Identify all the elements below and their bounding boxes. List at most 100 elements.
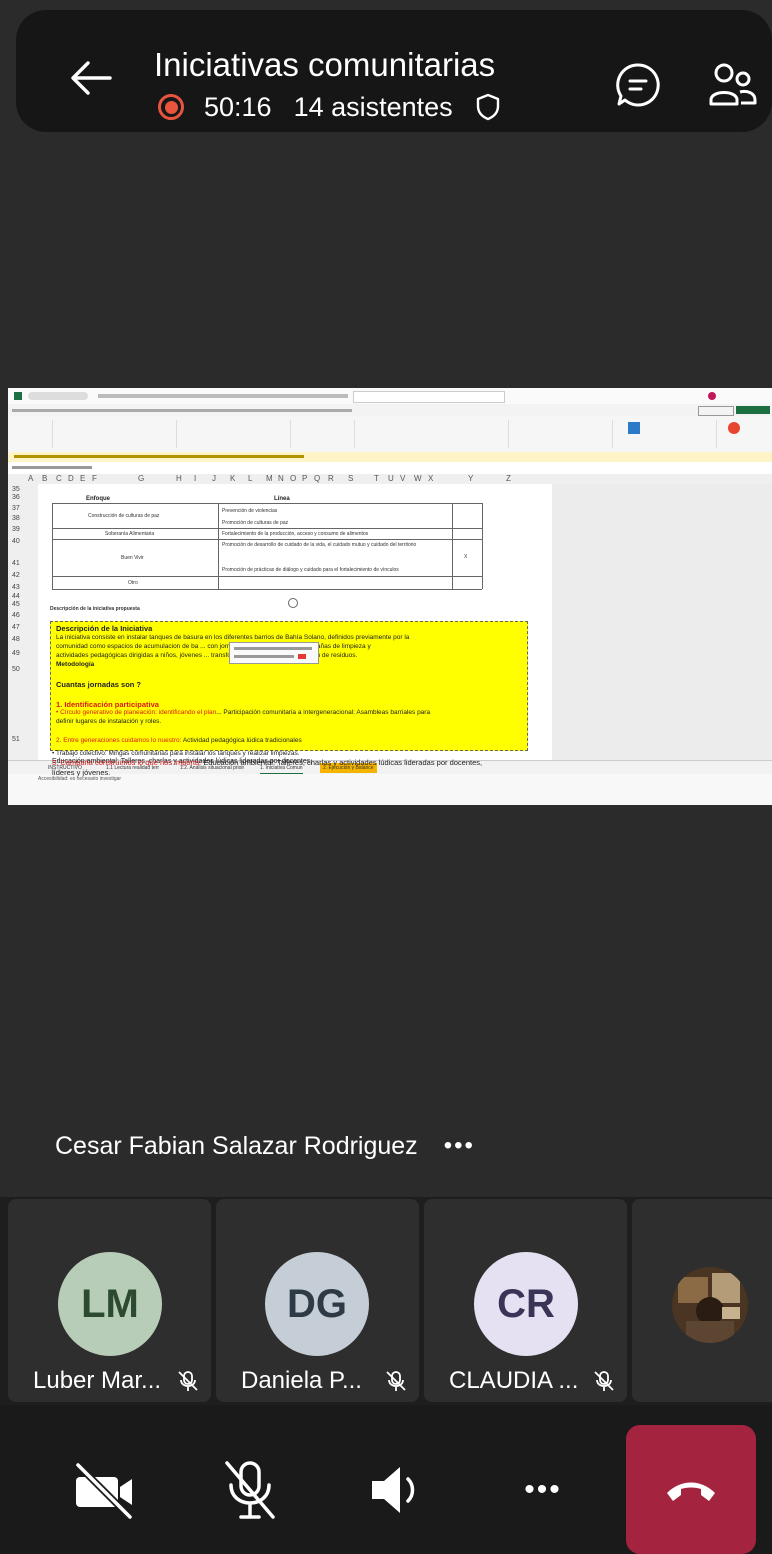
textbox-red-text: • Círculo generativo de planeación: iden… [56,709,217,716]
chat-icon[interactable] [613,60,663,110]
column-letter[interactable]: J [212,474,216,484]
row-number[interactable]: 42 [12,572,20,579]
excel-empty-area [552,484,772,760]
linea-cell: Prevención de violencias [222,508,278,514]
row-number[interactable]: 43 [12,584,20,591]
column-letter[interactable]: E [80,474,85,484]
speaker-more-button[interactable]: ••• [444,1126,475,1166]
mark-cell: X [464,554,468,560]
row-number[interactable]: 47 [12,624,20,631]
linea-cell: Fortalecimiento de la producción, acceso… [222,531,369,537]
row-number[interactable]: 51 [12,736,20,743]
column-letter[interactable]: X [428,474,433,484]
participant-tile[interactable]: CR CLAUDIA ... [424,1199,627,1402]
linea-cell: Promoción de culturas de paz [222,520,289,526]
row-number[interactable]: 37 [12,505,20,512]
excel-sheet[interactable]: Enfoque Línea Construcción de culturas d… [38,484,552,760]
column-letter[interactable]: W [414,474,422,484]
column-letter[interactable]: F [92,474,97,484]
attendee-count[interactable]: 14 asistentes [294,92,453,123]
sheet-step3-line: 3. Campaña construimos lo que nos import… [52,758,482,767]
textbox-line: comunidad como espacios de acumulacion d… [56,643,371,650]
column-letter[interactable]: P [302,474,307,484]
participant-tile[interactable] [632,1199,772,1402]
section-label: Descripción de la iniciativa propuesta [50,606,140,612]
column-letter[interactable]: L [248,474,252,484]
avatar: DG [265,1252,369,1356]
call-controls: ••• [0,1405,772,1554]
column-letter[interactable]: Y [468,474,473,484]
excel-title-bar [8,388,772,404]
linea-cell: Promoción de desarrollo de cuidado de la… [222,542,417,548]
row-number[interactable]: 44 [12,593,20,600]
meeting-title: Iniciativas comunitarias [154,46,496,83]
participant-tile[interactable]: LM Luber Mar... [8,1199,211,1402]
row-number[interactable]: 48 [12,636,20,643]
textbox-line: definir lugares de instalación y roles. [56,718,162,725]
linea-cell: Promoción de prácticas de diálogo y cuid… [222,567,399,573]
row-number[interactable]: 38 [12,515,20,522]
row-number[interactable]: 46 [12,612,20,619]
end-call-button[interactable] [626,1425,756,1554]
back-arrow-icon[interactable] [68,55,114,101]
elapsed-time: 50:16 [204,91,272,122]
column-letter[interactable]: I [194,474,196,484]
participant-strip[interactable]: LM Luber Mar... DG Daniela P... CR CLAUD… [0,1197,772,1405]
text-box[interactable]: Descripción de la Iniciativa La iniciati… [50,621,528,751]
column-letter[interactable]: G [138,474,144,484]
column-letter[interactable]: B [42,474,47,484]
textbox-text: Actividad pedagógica lúdica tradicionale… [181,737,302,744]
participant-tile[interactable]: DG Daniela P... [216,1199,419,1402]
meeting-header: Iniciativas comunitarias 50:16 14 asiste… [16,10,772,132]
row-number[interactable]: 39 [12,526,20,533]
column-letter[interactable]: Q [314,474,320,484]
textbox-red-text: 2. Entre generaciones cuidamos lo nuestr… [56,737,182,744]
more-options-button[interactable]: ••• [508,1455,578,1525]
mini-format-toolbar[interactable] [229,642,319,664]
row-number[interactable]: 49 [12,650,20,657]
textbox-line: La iniciativa consiste en instalar tanqu… [56,634,410,641]
column-letter[interactable]: K [230,474,235,484]
textbox-heading: Descripción de la Iniciativa [56,624,153,633]
row-number[interactable]: 35 [12,486,20,493]
people-icon[interactable] [707,60,759,110]
speaker-icon[interactable] [362,1455,432,1525]
row-number[interactable]: 36 [12,494,20,501]
shared-screen[interactable]: ABCDEFGHIJKLMNOPQRSTUVWXYZ 35 36 37 38 39 40 4… [8,388,772,805]
row-number[interactable]: 50 [12,666,20,673]
table-header-linea: Línea [274,496,290,502]
table-header-enfoque: Enfoque [86,496,110,502]
excel-status-bar: Accesibilidad: es necesario investigar E… [8,758,772,805]
row-number[interactable]: 45 [12,601,20,608]
column-letter[interactable]: M [266,474,273,484]
enfoque-cell: Soberanía Alimentaria [105,531,155,537]
column-letter[interactable]: R [328,474,334,484]
column-letter[interactable]: Z [506,474,511,484]
sheet-red-text: 3. Campaña construimos lo que nos import… [52,758,202,767]
active-speaker[interactable]: Cesar Fabian Salazar Rodriguez ••• [55,1126,475,1166]
mic-off-icon [594,1371,614,1391]
column-letter[interactable]: S [348,474,353,484]
camera-off-icon[interactable] [70,1455,140,1525]
column-letter[interactable]: D [68,474,74,484]
avatar: LM [58,1252,162,1356]
column-letter[interactable]: U [388,474,394,484]
row-number[interactable]: 41 [12,560,20,567]
textbox-text: ... Participación comunitaria a intergen… [216,709,431,716]
shield-icon[interactable] [475,92,501,122]
textbox-question: Cuantas jornadas son ? [56,680,142,689]
mic-off-icon[interactable] [215,1455,285,1525]
mic-off-icon [178,1371,198,1391]
participant-photo [672,1267,748,1343]
column-letter[interactable]: H [176,474,182,484]
participant-name: Luber Mar... [33,1367,162,1394]
column-letter[interactable]: O [290,474,296,484]
column-letter[interactable]: T [374,474,379,484]
row-number[interactable]: 40 [12,538,20,545]
column-letter[interactable]: C [56,474,62,484]
column-letter[interactable]: V [400,474,405,484]
participant-name: Daniela P... [241,1367,362,1394]
column-letter[interactable]: N [278,474,284,484]
column-letter[interactable]: A [28,474,33,484]
rotate-handle[interactable] [288,598,298,608]
